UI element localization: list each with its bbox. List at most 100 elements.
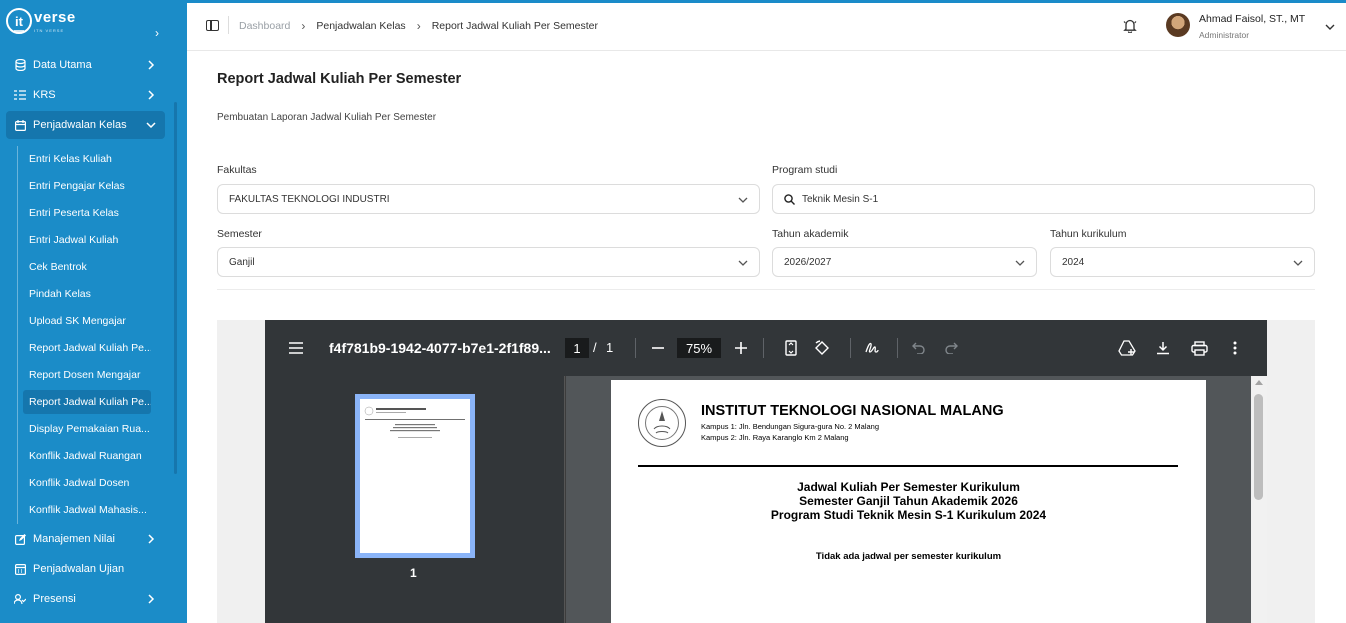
pdf-page-area: INSTITUT TEKNOLOGI NASIONAL MALANG Kampu… <box>566 376 1267 623</box>
breadcrumb-dashboard[interactable]: Dashboard <box>239 20 290 32</box>
bell-icon[interactable] <box>1123 18 1137 34</box>
sidebar-item-penjadwalan-ujian[interactable]: Penjadwalan Ujian <box>6 555 165 583</box>
submenu-konflik-jadwal-ruangan[interactable]: Konflik Jadwal Ruangan <box>23 444 151 468</box>
sidebar-item-label: Penjadwalan Kelas <box>33 119 127 131</box>
user-name[interactable]: Ahmad Faisol, ST., MT <box>1199 13 1305 25</box>
more-vert-icon[interactable] <box>1226 339 1244 357</box>
submenu-cek-bentrok[interactable]: Cek Bentrok <box>23 255 151 279</box>
pdf-scrollbar[interactable] <box>1251 376 1267 623</box>
database-icon <box>14 59 26 71</box>
pdf-filename: f4f781b9-1942-4077-b7e1-2f1f89... <box>329 340 551 356</box>
report-title-line-1: Jadwal Kuliah Per Semester Kurikulum <box>797 480 1020 494</box>
page-number-input[interactable]: 1 <box>565 338 589 358</box>
prodi-label: Program studi <box>772 164 838 176</box>
page-subtitle: Pembuatan Laporan Jadwal Kuliah Per Seme… <box>217 112 437 123</box>
report-title-line-3: Program Studi Teknik Mesin S-1 Kurikulum… <box>770 508 1047 522</box>
sidebar-item-krs[interactable]: KRS <box>6 81 165 109</box>
list-icon <box>14 89 26 101</box>
tahun-kurikulum-value: 2024 <box>1062 256 1085 268</box>
top-header: Dashboard › Penjadwalan Kelas › Report J… <box>187 3 1346 51</box>
submenu-pindah-kelas[interactable]: Pindah Kelas <box>23 282 151 306</box>
submenu-report-dosen-mengajar[interactable]: Report Dosen Mengajar <box>23 363 151 387</box>
download-icon[interactable] <box>1154 339 1172 357</box>
prodi-search-input[interactable]: Teknik Mesin S-1 <box>772 184 1315 214</box>
avatar[interactable] <box>1166 13 1190 37</box>
breadcrumb-current: Report Jadwal Kuliah Per Semester <box>431 20 599 32</box>
submenu-upload-sk-mengajar[interactable]: Upload SK Mengajar <box>23 309 151 333</box>
sidebar-toggle-icon[interactable] <box>206 20 219 31</box>
breadcrumb-penjadwalan-kelas[interactable]: Penjadwalan Kelas <box>316 20 405 32</box>
chevron-down-icon <box>1014 257 1026 269</box>
report-title-line-2: Semester Ganjil Tahun Akademik 2026 <box>799 494 1018 508</box>
chevron-right-icon <box>144 532 158 546</box>
tahun-akademik-label: Tahun akademik <box>772 228 849 240</box>
rotate-icon[interactable] <box>813 339 831 357</box>
scroll-up-icon[interactable] <box>1255 380 1263 385</box>
breadcrumb-chevron-icon: › <box>301 19 306 33</box>
calendar-grid-icon <box>14 563 26 575</box>
toolbar-divider <box>850 338 851 358</box>
print-icon[interactable] <box>1190 339 1208 357</box>
undo-icon[interactable] <box>910 339 928 357</box>
submenu-entri-peserta-kelas[interactable]: Entri Peserta Kelas <box>23 201 151 225</box>
institution-name: INSTITUT TEKNOLOGI NASIONAL MALANG <box>701 403 1004 419</box>
chevron-down-icon <box>1292 257 1304 269</box>
sidebar-item-penjadwalan-kelas[interactable]: Penjadwalan Kelas <box>6 111 165 139</box>
zoom-out-icon[interactable] <box>649 339 667 357</box>
submenu-report-jadwal-kuliah-semester[interactable]: Report Jadwal Kuliah Pe... <box>23 390 151 414</box>
page-thumbnail[interactable] <box>355 394 475 558</box>
submenu-konflik-jadwal-mahasiswa[interactable]: Konflik Jadwal Mahasis... <box>23 498 151 522</box>
submenu-display-pemakaian-ruang[interactable]: Display Pemakaian Rua... <box>23 417 151 441</box>
chevron-down-icon[interactable] <box>1324 20 1336 32</box>
redo-icon[interactable] <box>942 339 960 357</box>
search-icon <box>784 193 795 205</box>
sidebar-item-partial[interactable]: › <box>14 30 164 42</box>
breadcrumb-chevron-icon: › <box>416 19 421 33</box>
user-check-icon <box>14 593 26 605</box>
sidebar-item-manajemen-nilai[interactable]: Manajemen Nilai <box>6 525 165 553</box>
sidebar-item-label: Penjadwalan Ujian <box>33 563 125 575</box>
form-divider <box>217 289 1315 290</box>
sidebar-item-data-utama[interactable]: Data Utama <box>6 51 165 79</box>
tahun-akademik-select[interactable]: 2026/2027 <box>772 247 1037 277</box>
fit-page-icon[interactable] <box>782 339 800 357</box>
submenu-entri-jadwal-kuliah[interactable]: Entri Jadwal Kuliah <box>23 228 151 252</box>
sidebar-item-label: Data Utama <box>33 59 92 71</box>
zoom-in-icon[interactable] <box>732 339 750 357</box>
empty-schedule-message: Tidak ada jadwal per semester kurikulum <box>815 551 1002 562</box>
chevron-down-icon <box>737 257 749 269</box>
scrollbar-thumb[interactable] <box>1254 394 1263 500</box>
toolbar-divider <box>635 338 636 358</box>
sidebar-scrollbar[interactable] <box>174 102 177 474</box>
semester-value: Ganjil <box>229 256 255 268</box>
chevron-right-icon <box>144 88 158 102</box>
menu-icon[interactable] <box>287 339 305 357</box>
toolbar-divider <box>897 338 898 358</box>
edit-icon <box>14 533 26 545</box>
submenu-konflik-jadwal-dosen[interactable]: Konflik Jadwal Dosen <box>23 471 151 495</box>
pdf-toolbar: f4f781b9-1942-4077-b7e1-2f1f89... 1 / 1 … <box>265 320 1267 376</box>
header-divider <box>228 16 229 34</box>
fakultas-select[interactable]: FAKULTAS TEKNOLOGI INDUSTRI <box>217 184 760 214</box>
submenu-entri-pengajar-kelas[interactable]: Entri Pengajar Kelas <box>23 174 151 198</box>
prodi-value: Teknik Mesin S-1 <box>802 193 879 205</box>
semester-select[interactable]: Ganjil <box>217 247 760 277</box>
annotate-icon[interactable] <box>863 339 881 357</box>
calendar-icon <box>14 119 26 131</box>
tahun-kurikulum-select[interactable]: 2024 <box>1050 247 1315 277</box>
submenu-report-jadwal-kuliah-1[interactable]: Report Jadwal Kuliah Pe... <box>23 336 151 360</box>
zoom-input[interactable]: 75% <box>677 338 721 358</box>
drive-add-icon[interactable] <box>1118 339 1136 357</box>
pdf-thumbnail-pane: 1 <box>265 376 565 623</box>
page-total: 1 <box>606 340 614 355</box>
campus-2-address: Kampus 2: Jln. Raya Karanglo Km 2 Malang <box>701 433 849 442</box>
sidebar-item-presensi[interactable]: Presensi <box>6 585 165 613</box>
campus-1-address: Kampus 1: Jln. Bendungan Sigura-gura No.… <box>701 422 880 431</box>
submenu-guide-line <box>17 146 18 524</box>
pdf-viewer: f4f781b9-1942-4077-b7e1-2f1f89... 1 / 1 … <box>265 320 1267 623</box>
fakultas-value: FAKULTAS TEKNOLOGI INDUSTRI <box>229 193 390 205</box>
sidebar-item-label: KRS <box>33 89 56 101</box>
submenu-entri-kelas-kuliah[interactable]: Entri Kelas Kuliah <box>23 147 151 171</box>
chevron-right-icon <box>144 58 158 72</box>
pdf-page: INSTITUT TEKNOLOGI NASIONAL MALANG Kampu… <box>611 380 1206 623</box>
